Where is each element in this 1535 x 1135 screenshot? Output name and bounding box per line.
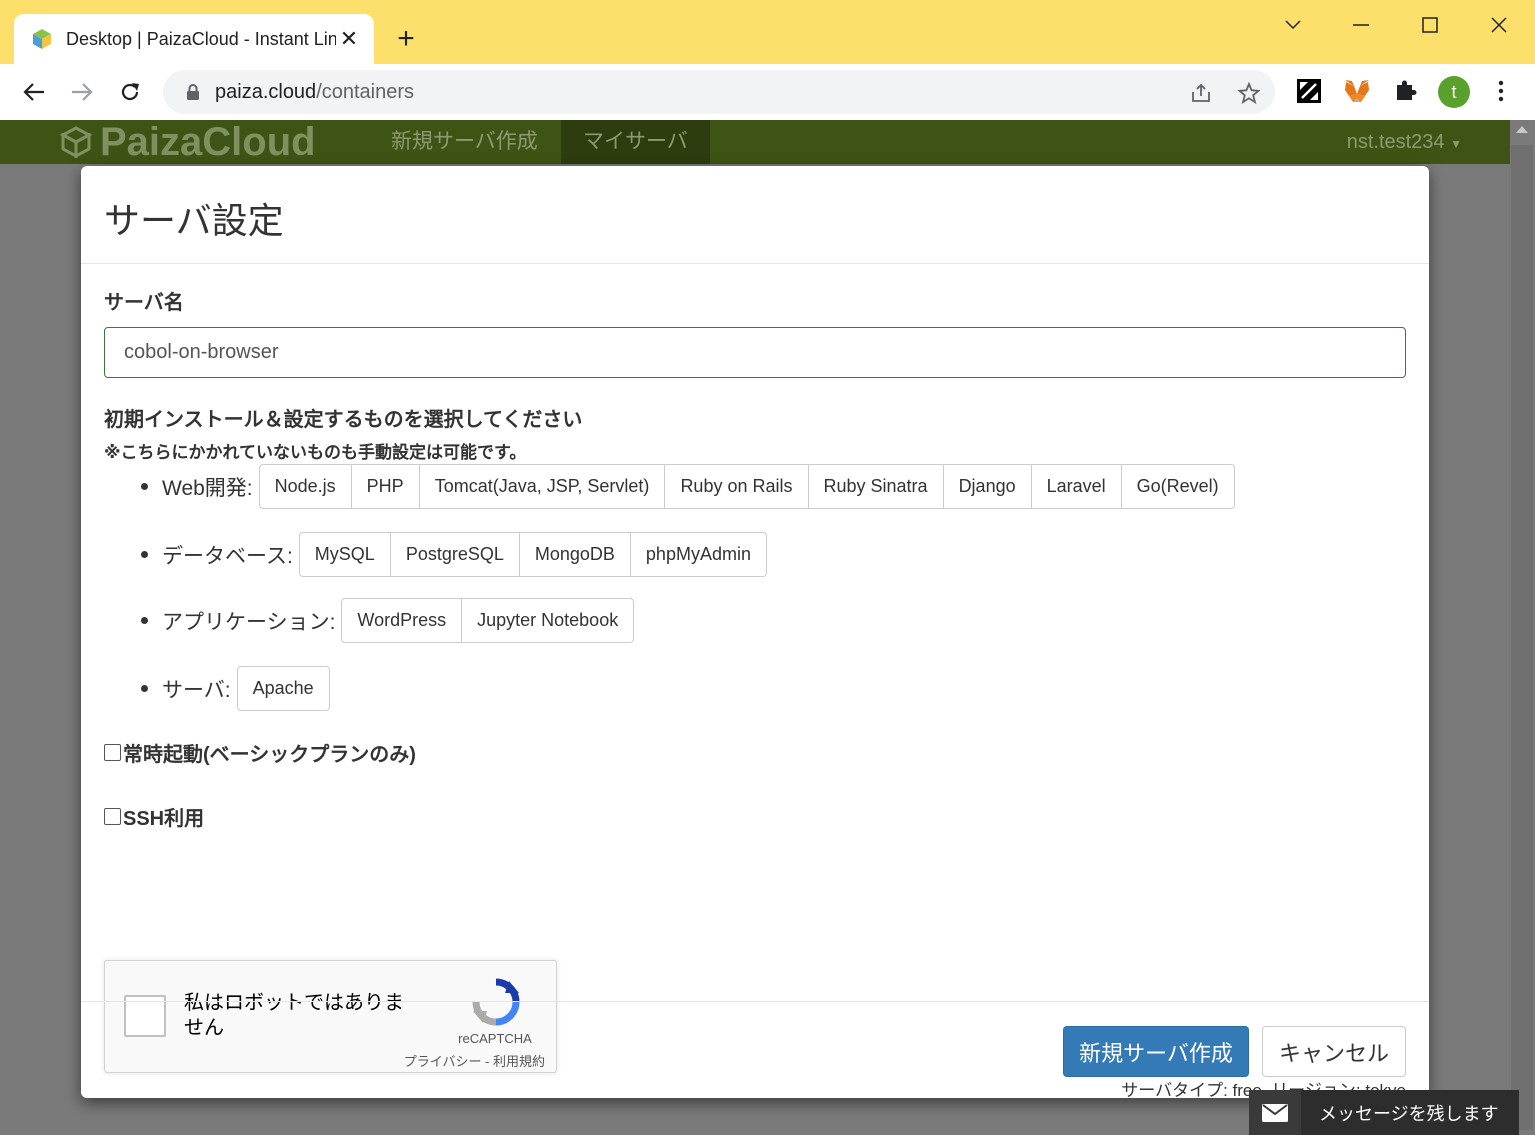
- server-settings-modal: サーバ設定 サーバ名 cobol-on-browser 初期インストール＆設定す…: [81, 166, 1429, 1100]
- tab-close-icon[interactable]: ✕: [336, 26, 362, 52]
- always-on-label[interactable]: 常時起動(ベーシックプランのみ): [123, 738, 416, 767]
- database-options: MySQL PostgreSQL MongoDB phpMyAdmin: [298, 532, 767, 577]
- message-widget[interactable]: メッセージを残します: [1249, 1090, 1519, 1135]
- application-group: アプリケーション: WordPress Jupyter Notebook: [141, 598, 635, 643]
- paizacloud-cube-icon: [60, 126, 92, 158]
- user-menu[interactable]: nst.test234 ▼: [1347, 120, 1462, 164]
- bullet: [141, 551, 148, 558]
- logo-text: PaizaCloud: [100, 120, 316, 164]
- scroll-up-icon[interactable]: [1516, 126, 1528, 133]
- web-dev-group: Web開発: Node.js PHP Tomcat(Java, JSP, Ser…: [141, 464, 1235, 509]
- site-logo[interactable]: PaizaCloud: [60, 120, 316, 164]
- message-widget-label: メッセージを残します: [1319, 1103, 1499, 1124]
- option-ruby-on-rails[interactable]: Ruby on Rails: [664, 464, 809, 509]
- forward-arrow-icon[interactable]: [66, 76, 98, 108]
- maximize-icon[interactable]: [1415, 10, 1445, 40]
- bookmark-star-icon[interactable]: [1236, 80, 1262, 106]
- always-on-row: 常時起動(ベーシックプランのみ): [104, 738, 416, 767]
- user-name: nst.test234: [1346, 131, 1445, 153]
- option-go-revel[interactable]: Go(Revel): [1120, 464, 1235, 509]
- modal-title: サーバ設定: [104, 200, 284, 241]
- always-on-checkbox[interactable]: [104, 744, 121, 761]
- group-label: アプリケーション:: [162, 610, 336, 634]
- cancel-button[interactable]: キャンセル: [1262, 1026, 1406, 1077]
- caret-down-icon: ▼: [1450, 137, 1462, 151]
- option-wordpress[interactable]: WordPress: [341, 598, 463, 643]
- close-window-icon[interactable]: [1484, 10, 1514, 40]
- extensions-puzzle-icon[interactable]: [1390, 76, 1420, 106]
- browser-tab[interactable]: Desktop | PaizaCloud - Instant Lin ✕: [14, 14, 374, 64]
- database-group: データベース: MySQL PostgreSQL MongoDB phpMyAd…: [141, 532, 767, 577]
- group-label: Web開発:: [162, 476, 253, 500]
- site-navbar: PaizaCloud 新規サーバ作成 マイサーバ nst.test234 ▼: [0, 120, 1510, 164]
- back-arrow-icon[interactable]: [18, 76, 50, 108]
- option-postgresql[interactable]: PostgreSQL: [389, 532, 520, 577]
- install-note: ※こちらにかかれていないものも手動設定は可能です。: [104, 443, 527, 462]
- bullet: [141, 483, 148, 490]
- group-label: サーバ:: [162, 678, 231, 702]
- install-title: 初期インストール＆設定するものを選択してください: [104, 409, 583, 431]
- scrollbar-thumb[interactable]: [1511, 145, 1533, 1130]
- url-text[interactable]: paiza.cloud/containers: [215, 81, 414, 104]
- ssh-label[interactable]: SSH利用: [123, 802, 204, 831]
- create-server-button[interactable]: 新規サーバ作成: [1063, 1026, 1249, 1077]
- option-mysql[interactable]: MySQL: [298, 532, 391, 577]
- option-tomcat[interactable]: Tomcat(Java, JSP, Servlet): [418, 464, 666, 509]
- nav-new-server[interactable]: 新規サーバ作成: [369, 120, 560, 164]
- nav-my-servers[interactable]: マイサーバ: [561, 120, 710, 164]
- option-jupyter-notebook[interactable]: Jupyter Notebook: [461, 598, 635, 643]
- ssh-row: SSH利用: [104, 802, 204, 831]
- option-django[interactable]: Django: [942, 464, 1032, 509]
- modal-header: サーバ設定: [81, 166, 1429, 264]
- server-name-label: サーバ名: [104, 292, 184, 314]
- option-nodejs[interactable]: Node.js: [258, 464, 352, 509]
- metamask-fox-icon[interactable]: [1342, 76, 1372, 106]
- option-phpmyadmin[interactable]: phpMyAdmin: [629, 532, 767, 577]
- envelope-icon: [1249, 1090, 1301, 1135]
- screen-capture-extension-icon[interactable]: [1294, 76, 1324, 106]
- option-php[interactable]: PHP: [350, 464, 420, 509]
- paizacloud-favicon-icon: [33, 29, 51, 49]
- option-laravel[interactable]: Laravel: [1030, 464, 1122, 509]
- share-icon[interactable]: [1188, 80, 1214, 106]
- option-apache[interactable]: Apache: [236, 666, 330, 711]
- tab-title: Desktop | PaizaCloud - Instant Lin: [66, 28, 336, 49]
- web-dev-options: Node.js PHP Tomcat(Java, JSP, Servlet) R…: [258, 464, 1235, 509]
- browser-toolbar: paiza.cloud/containers t: [0, 64, 1535, 120]
- bullet: [141, 685, 148, 692]
- bullet: [141, 617, 148, 624]
- reload-icon[interactable]: [114, 76, 146, 108]
- modal-footer: 新規サーバ作成 キャンセル: [81, 1001, 1429, 1098]
- url-host: paiza.cloud: [215, 80, 317, 103]
- modal-body: サーバ名 cobol-on-browser 初期インストール＆設定するものを選択…: [81, 264, 1429, 1100]
- browser-menu-icon[interactable]: [1486, 76, 1516, 106]
- profile-avatar[interactable]: t: [1438, 76, 1470, 108]
- new-tab-icon[interactable]: +: [392, 22, 420, 56]
- group-label: データベース:: [162, 544, 293, 568]
- server-name-value: cobol-on-browser: [124, 341, 279, 363]
- server-options: Apache: [236, 666, 330, 711]
- minimize-icon[interactable]: [1346, 10, 1376, 40]
- ssh-checkbox[interactable]: [104, 808, 121, 825]
- lock-icon[interactable]: [185, 83, 201, 101]
- address-bar[interactable]: paiza.cloud/containers: [163, 70, 1275, 114]
- url-path: /containers: [316, 80, 415, 103]
- option-ruby-sinatra[interactable]: Ruby Sinatra: [807, 464, 944, 509]
- server-group: サーバ: Apache: [141, 666, 330, 711]
- tab-search-icon[interactable]: [1278, 10, 1308, 40]
- option-mongodb[interactable]: MongoDB: [518, 532, 631, 577]
- server-name-input[interactable]: cobol-on-browser: [104, 327, 1406, 378]
- application-options: WordPress Jupyter Notebook: [341, 598, 635, 643]
- browser-tabstrip: Desktop | PaizaCloud - Instant Lin ✕ +: [0, 0, 1535, 64]
